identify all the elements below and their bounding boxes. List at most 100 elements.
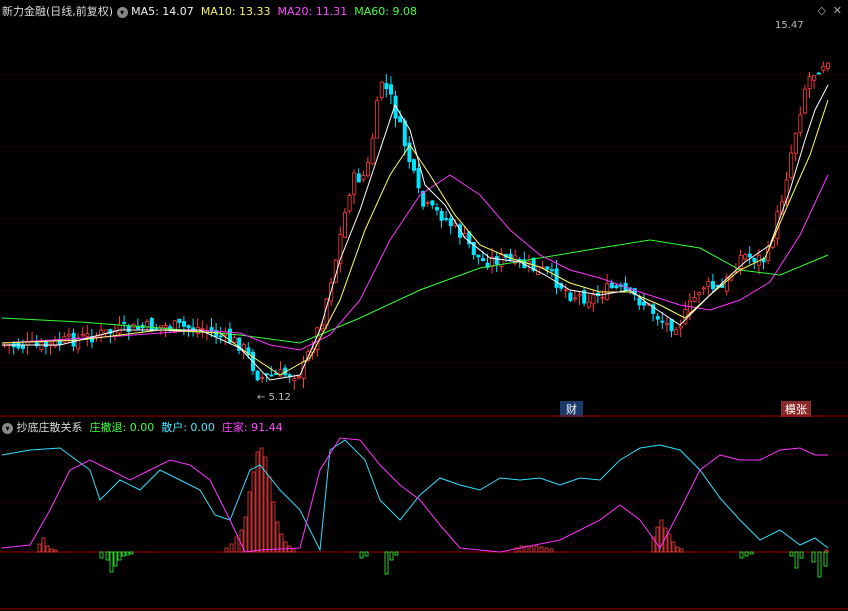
candle-body bbox=[747, 253, 752, 258]
indicator-bar bbox=[239, 529, 244, 553]
candle-body bbox=[80, 334, 85, 337]
candle-body bbox=[269, 374, 274, 377]
candle-body bbox=[701, 287, 706, 290]
candle-body bbox=[444, 218, 449, 220]
candle-body bbox=[163, 325, 168, 329]
indicator-bar bbox=[99, 551, 104, 559]
candle-body bbox=[494, 256, 499, 265]
candle-body bbox=[697, 292, 702, 296]
indicator-bar bbox=[794, 551, 799, 569]
indicator-bar bbox=[247, 491, 252, 553]
indicator-bar bbox=[671, 541, 676, 553]
candle-body bbox=[67, 334, 72, 337]
candle-body bbox=[122, 321, 127, 324]
candle-body bbox=[448, 218, 453, 227]
candle-body bbox=[789, 152, 794, 178]
indicator-bar bbox=[389, 551, 394, 561]
candle-body bbox=[181, 321, 186, 327]
candle-body bbox=[812, 75, 817, 81]
candle-body bbox=[550, 269, 555, 272]
candle-body bbox=[434, 207, 439, 211]
candle-body bbox=[149, 318, 154, 332]
indicator-bar bbox=[105, 551, 110, 561]
candle-body bbox=[296, 376, 301, 379]
candle-body bbox=[706, 280, 711, 287]
candle-body bbox=[586, 301, 591, 308]
indicator-bar bbox=[251, 471, 256, 553]
candle-body bbox=[342, 211, 347, 238]
candle-body bbox=[158, 325, 163, 328]
candle-body bbox=[826, 62, 831, 69]
indicator-bar bbox=[234, 536, 239, 553]
indicator-bar bbox=[224, 547, 229, 553]
candle-body bbox=[554, 268, 559, 288]
candle-body bbox=[71, 332, 76, 347]
candle-body bbox=[425, 201, 430, 204]
candle-body bbox=[375, 100, 380, 139]
indicator-bar bbox=[539, 546, 544, 553]
indicator-bar bbox=[823, 551, 828, 567]
candle-body bbox=[117, 324, 122, 334]
indicator-bar bbox=[667, 533, 672, 553]
candle-body bbox=[356, 173, 361, 183]
candle-body bbox=[563, 289, 568, 292]
indicator-bar bbox=[811, 551, 816, 563]
chart-canvas[interactable] bbox=[0, 0, 848, 611]
candle-body bbox=[609, 282, 614, 289]
indicator-bar bbox=[744, 551, 749, 557]
candle-body bbox=[39, 341, 44, 350]
candle-body bbox=[669, 319, 674, 332]
indicator-bar bbox=[129, 551, 134, 555]
candle-body bbox=[655, 316, 660, 320]
indicator-bar bbox=[359, 551, 364, 559]
ma10-line bbox=[1, 99, 829, 376]
indicator-bar bbox=[749, 551, 754, 555]
candle-body bbox=[370, 137, 375, 165]
sanhu-line bbox=[1, 439, 829, 552]
candle-body bbox=[692, 297, 697, 302]
candle-body bbox=[642, 301, 647, 306]
candle-body bbox=[365, 162, 370, 177]
indicator-bar bbox=[267, 476, 272, 553]
indicator-bar bbox=[53, 549, 58, 553]
indicator-bar bbox=[259, 447, 264, 553]
candle-body bbox=[545, 266, 550, 270]
candle-body bbox=[803, 88, 808, 114]
indicator-bar bbox=[817, 551, 822, 578]
candle-body bbox=[292, 378, 297, 381]
candle-body bbox=[743, 254, 748, 260]
indicator-bar bbox=[799, 551, 804, 559]
candle-body bbox=[145, 320, 150, 328]
candlestick-series bbox=[2, 61, 831, 390]
candle-body bbox=[260, 377, 265, 379]
indicator-bar bbox=[121, 551, 126, 557]
candle-body bbox=[16, 343, 21, 349]
indicator-bar bbox=[534, 545, 539, 553]
candle-body bbox=[678, 325, 683, 329]
indicator-bar bbox=[283, 541, 288, 553]
candle-body bbox=[126, 325, 131, 332]
indicator-bar bbox=[519, 545, 524, 553]
indicator-bar bbox=[113, 551, 118, 567]
candle-body bbox=[821, 65, 826, 71]
candle-body bbox=[807, 76, 812, 89]
indicator-bar bbox=[41, 537, 46, 553]
candle-body bbox=[186, 325, 191, 329]
indicator-bar bbox=[384, 551, 389, 575]
candle-body bbox=[577, 294, 582, 297]
candle-body bbox=[20, 344, 25, 349]
indicator-bar bbox=[271, 501, 276, 553]
candle-body bbox=[752, 257, 757, 263]
indicator-bar bbox=[37, 543, 42, 553]
candle-body bbox=[798, 114, 803, 133]
candle-body bbox=[816, 72, 821, 75]
candle-body bbox=[352, 172, 357, 195]
candle-body bbox=[568, 292, 573, 301]
candle-body bbox=[476, 254, 481, 258]
candle-body bbox=[264, 373, 269, 376]
candle-body bbox=[573, 297, 578, 300]
candle-body bbox=[674, 329, 679, 335]
indicator-bar bbox=[45, 545, 50, 553]
indicator-bar bbox=[529, 546, 534, 553]
candle-body bbox=[480, 258, 485, 262]
